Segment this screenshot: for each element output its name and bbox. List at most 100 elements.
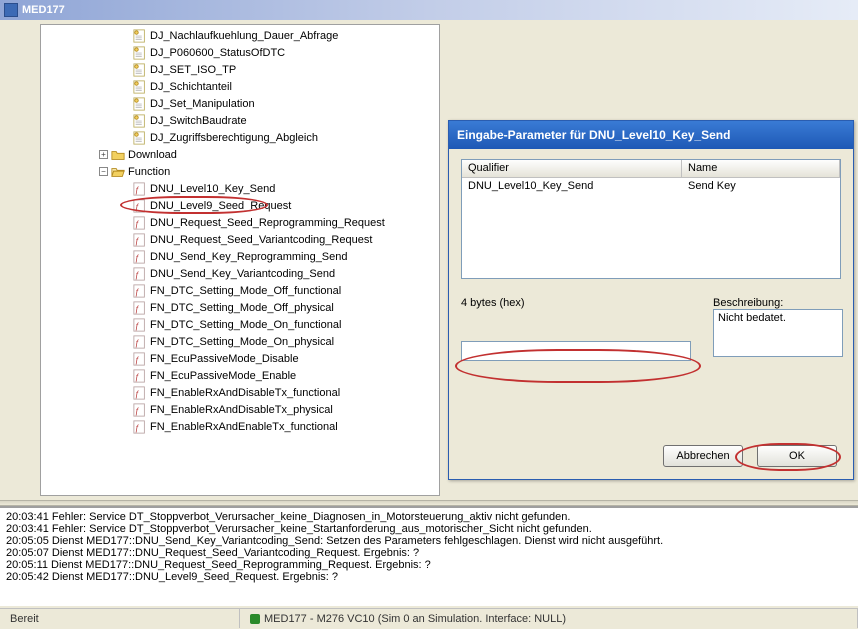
input-label: 4 bytes (hex) [461, 297, 693, 309]
tree-item[interactable]: fFN_EnableRxAndEnableTx_functional [41, 418, 439, 435]
status-bar: Bereit MED177 - M276 VC10 (Sim 0 an Simu… [0, 608, 858, 628]
dialog-body: Qualifier Name DNU_Level10_Key_Send Send… [449, 149, 853, 371]
tree-label: DJ_Schichtanteil [150, 81, 232, 93]
cancel-label: Abbrechen [676, 450, 729, 462]
function-doc-icon: f [133, 352, 147, 366]
folder-open-icon [111, 165, 125, 179]
tree-item[interactable]: fFN_DTC_Setting_Mode_Off_functional [41, 282, 439, 299]
tree-folder-download[interactable]: + Download [41, 146, 439, 163]
dialog-title: Eingabe-Parameter für DNU_Level10_Key_Se… [457, 128, 730, 142]
app-icon [4, 3, 18, 17]
function-doc-icon: f [133, 216, 147, 230]
function-doc-icon: f [133, 233, 147, 247]
tree-item[interactable]: fFN_DTC_Setting_Mode_Off_physical [41, 299, 439, 316]
tree-item[interactable]: fFN_DTC_Setting_Mode_On_functional [41, 316, 439, 333]
tree-label: FN_EnableRxAndDisableTx_functional [150, 387, 340, 399]
ok-label: OK [789, 450, 805, 462]
tree-label: FN_EcuPassiveMode_Enable [150, 370, 296, 382]
tree-label: DJ_P060600_StatusOfDTC [150, 47, 285, 59]
expander-plus-icon[interactable]: + [99, 150, 108, 159]
function-doc-icon: f [133, 182, 147, 196]
ok-button[interactable]: OK [757, 445, 837, 467]
tree-item[interactable]: DJ_SwitchBaudrate [41, 112, 439, 129]
log-line: 20:03:41 Fehler: Service DT_Stoppverbot_… [6, 523, 852, 535]
tree-label: FN_EnableRxAndEnableTx_functional [150, 421, 338, 433]
tree-item[interactable]: DJ_Schichtanteil [41, 78, 439, 95]
col-name[interactable]: Name [682, 160, 840, 177]
tree-label: FN_DTC_Setting_Mode_Off_physical [150, 302, 334, 314]
log-line: 20:03:41 Fehler: Service DT_Stoppverbot_… [6, 511, 852, 523]
tree-item[interactable]: DJ_Set_Manipulation [41, 95, 439, 112]
parameter-list[interactable]: Qualifier Name DNU_Level10_Key_Send Send… [461, 159, 841, 279]
tree-label: DJ_Nachlaufkuehlung_Dauer_Abfrage [150, 30, 338, 42]
tree-label: FN_DTC_Setting_Mode_On_physical [150, 336, 334, 348]
function-doc-icon: f [133, 284, 147, 298]
tree-label: DNU_Level9_Seed_Request [150, 200, 291, 212]
tree-item[interactable]: fFN_EcuPassiveMode_Disable [41, 350, 439, 367]
desc-box: Nicht bedatet. [713, 309, 843, 357]
job-doc-icon [133, 114, 147, 128]
main-area: DJ_Nachlaufkuehlung_Dauer_Abfrage DJ_P060… [0, 20, 858, 500]
dialog-buttons: Abbrechen OK [663, 445, 837, 467]
tree-label: DNU_Level10_Key_Send [150, 183, 275, 195]
tree-label: DNU_Send_Key_Reprogramming_Send [150, 251, 348, 263]
function-doc-icon: f [133, 335, 147, 349]
tree-label: DNU_Send_Key_Variantcoding_Send [150, 268, 335, 280]
cell-name: Send Key [682, 178, 840, 194]
tree-panel[interactable]: DJ_Nachlaufkuehlung_Dauer_Abfrage DJ_P060… [40, 24, 440, 496]
tree-item[interactable]: fDNU_Send_Key_Variantcoding_Send [41, 265, 439, 282]
status-conn-label: MED177 - M276 VC10 (Sim 0 an Simulation.… [264, 613, 566, 625]
tree-item[interactable]: fDNU_Level10_Key_Send [41, 180, 439, 197]
tree-label: Download [128, 149, 177, 161]
tree-label: DJ_Set_Manipulation [150, 98, 255, 110]
tree-item[interactable]: fDNU_Request_Seed_Reprogramming_Request [41, 214, 439, 231]
tree-item[interactable]: DJ_P060600_StatusOfDTC [41, 44, 439, 61]
tree-item[interactable]: DJ_SET_ISO_TP [41, 61, 439, 78]
function-doc-icon: f [133, 318, 147, 332]
log-line: 20:05:11 Dienst MED177::DNU_Request_Seed… [6, 559, 852, 571]
function-doc-icon: f [133, 386, 147, 400]
log-line: 20:05:42 Dienst MED177::DNU_Level9_Seed_… [6, 571, 852, 583]
tree-item[interactable]: fFN_DTC_Setting_Mode_On_physical [41, 333, 439, 350]
tree-item[interactable]: fFN_EnableRxAndDisableTx_functional [41, 384, 439, 401]
hex-input[interactable] [461, 341, 691, 361]
connection-indicator-icon [250, 614, 260, 624]
tree-label: DJ_SET_ISO_TP [150, 64, 236, 76]
function-doc-icon: f [133, 250, 147, 264]
tree-label: DJ_SwitchBaudrate [150, 115, 247, 127]
function-doc-icon: f [133, 301, 147, 315]
job-doc-icon [133, 46, 147, 60]
col-qualifier[interactable]: Qualifier [462, 160, 682, 177]
tree-label: FN_DTC_Setting_Mode_On_functional [150, 319, 341, 331]
function-doc-icon: f [133, 403, 147, 417]
tree-item[interactable]: fDNU_Send_Key_Reprogramming_Send [41, 248, 439, 265]
folder-closed-icon [111, 148, 125, 162]
tree-item[interactable]: fFN_EcuPassiveMode_Enable [41, 367, 439, 384]
tree-item[interactable]: fFN_EnableRxAndDisableTx_physical [41, 401, 439, 418]
tree-label: Function [128, 166, 170, 178]
log-line: 20:05:05 Dienst MED177::DNU_Send_Key_Var… [6, 535, 852, 547]
job-doc-icon [133, 97, 147, 111]
function-doc-icon: f [133, 267, 147, 281]
cell-qualifier: DNU_Level10_Key_Send [462, 178, 682, 194]
desc-text: Nicht bedatet. [718, 312, 786, 324]
tree-folder-function[interactable]: − Function [41, 163, 439, 180]
list-row[interactable]: DNU_Level10_Key_Send Send Key [462, 178, 840, 194]
tree-label: DNU_Request_Seed_Reprogramming_Request [150, 217, 385, 229]
job-doc-icon [133, 29, 147, 43]
status-ready: Bereit [0, 609, 240, 628]
tree-item[interactable]: fDNU_Request_Seed_Variantcoding_Request [41, 231, 439, 248]
window-title: MED177 [22, 4, 65, 16]
dialog-titlebar: Eingabe-Parameter für DNU_Level10_Key_Se… [449, 121, 853, 149]
tree-item[interactable]: DJ_Nachlaufkuehlung_Dauer_Abfrage [41, 27, 439, 44]
window-titlebar: MED177 [0, 0, 858, 20]
tree-item[interactable]: fDNU_Level9_Seed_Request [41, 197, 439, 214]
cancel-button[interactable]: Abbrechen [663, 445, 743, 467]
job-doc-icon [133, 131, 147, 145]
tree-item[interactable]: DJ_Zugriffsberechtigung_Abgleich [41, 129, 439, 146]
tree-label: DNU_Request_Seed_Variantcoding_Request [150, 234, 372, 246]
log-panel[interactable]: 20:03:41 Fehler: Service DT_Stoppverbot_… [0, 506, 858, 606]
function-doc-icon: f [133, 420, 147, 434]
expander-minus-icon[interactable]: − [99, 167, 108, 176]
list-header: Qualifier Name [462, 160, 840, 178]
